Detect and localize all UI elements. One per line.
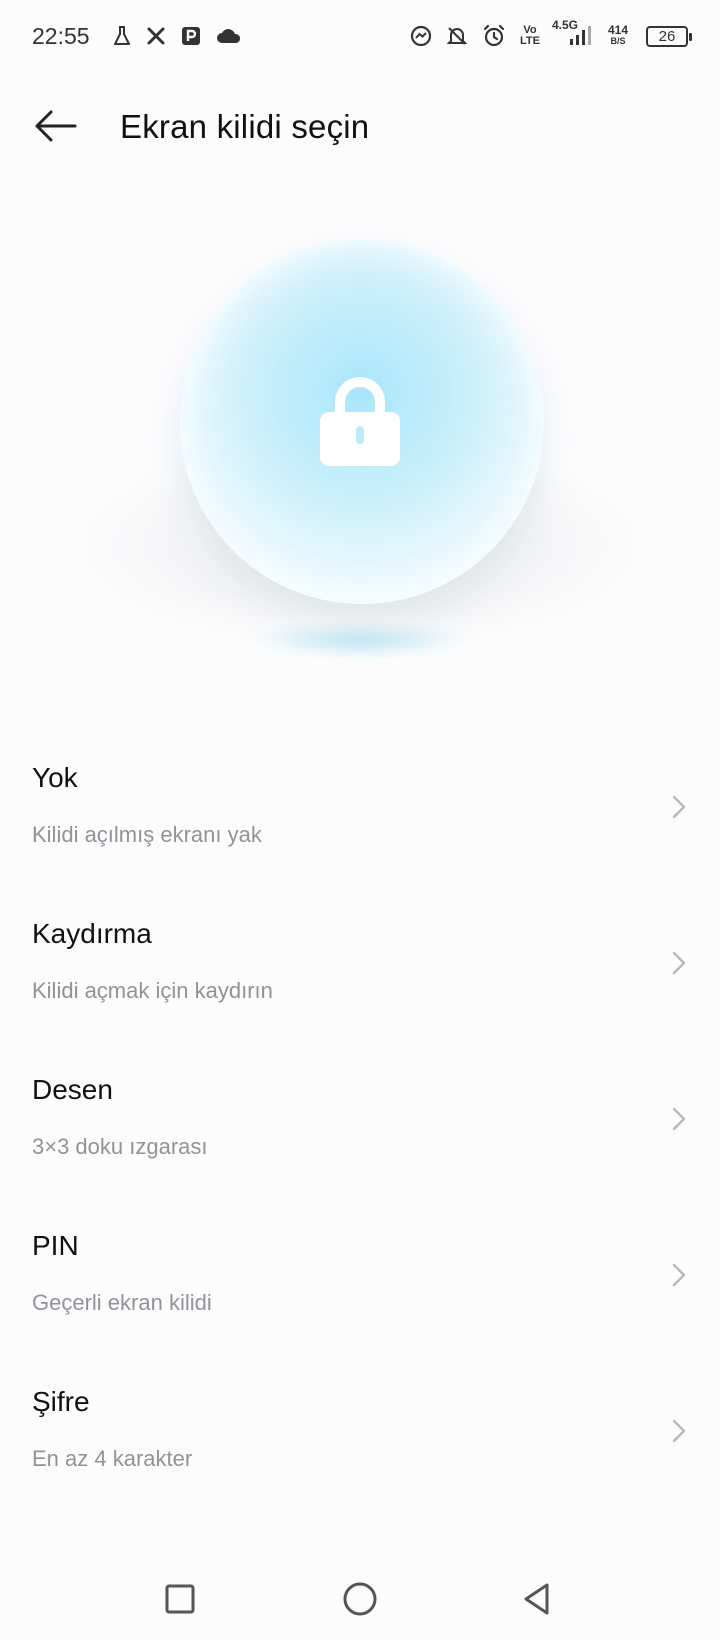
triangle-back-icon [524,1583,549,1615]
back-button[interactable] [30,106,80,146]
messenger-icon [410,25,432,47]
hero-illustration [0,200,720,700]
chevron-right-icon [672,795,686,819]
flask-icon [112,25,132,47]
chevron-right-icon [672,951,686,975]
chevron-right-icon [672,1419,686,1443]
status-right: Vo LTE 4.5G 414 B/S 26 [410,19,692,48]
option-pattern[interactable]: Desen 3×3 doku ızgarası [0,1042,720,1198]
status-time: 22:55 [32,22,90,49]
home-button[interactable] [335,1574,385,1624]
network-type: 4.5G [551,18,578,32]
option-password[interactable]: Şifre En az 4 karakter [0,1354,720,1510]
circle-icon [343,1582,377,1616]
speed-unit: B/S [610,36,626,46]
chevron-right-icon [672,1107,686,1131]
bell-off-icon [446,25,468,47]
speed-value: 414 [607,23,628,37]
recents-button[interactable] [155,1574,205,1624]
system-nav-bar [0,1560,720,1640]
nav-back-button[interactable] [512,1574,562,1624]
hero-glow [250,620,470,660]
signal-icon: 4.5G [552,19,594,48]
option-subtitle: 3×3 doku ızgarası [32,1134,208,1159]
option-none[interactable]: Yok Kilidi açılmış ekranı yak [0,730,720,886]
option-subtitle: En az 4 karakter [32,1446,193,1471]
chevron-right-icon [672,1263,686,1287]
parking-icon [180,25,202,47]
app-header: Ekran kilidi seçin [0,86,720,166]
status-bar: 22:55 Vo LTE 4.5G 414 B/S 26 [0,0,720,72]
battery-icon: 26 [646,25,692,47]
lock-options-list: Yok Kilidi açılmış ekranı yak Kaydırma K… [0,730,720,1510]
battery-level: 26 [658,27,676,45]
lock-icon [320,377,400,466]
x-icon [146,26,166,46]
option-pin[interactable]: PIN Geçerli ekran kilidi [0,1198,720,1354]
option-title: Desen [32,1074,113,1105]
option-title: PIN [32,1230,79,1261]
option-subtitle: Geçerli ekran kilidi [32,1290,212,1315]
arrow-left-icon [35,110,77,142]
option-subtitle: Kilidi açılmış ekranı yak [32,822,262,847]
page-title: Ekran kilidi seçin [120,108,370,145]
option-subtitle: Kilidi açmak için kaydırın [32,978,273,1003]
option-title: Şifre [32,1386,90,1417]
speed-indicator: 414 B/S [607,23,628,47]
volte-icon: Vo LTE [520,24,540,47]
option-title: Kaydırma [32,918,152,949]
option-title: Yok [32,762,78,793]
square-icon [165,1584,195,1614]
option-swipe[interactable]: Kaydırma Kilidi açmak için kaydırın [0,886,720,1042]
cloud-icon [216,27,242,45]
alarm-icon [482,24,506,48]
status-left: 22:55 [32,23,242,50]
